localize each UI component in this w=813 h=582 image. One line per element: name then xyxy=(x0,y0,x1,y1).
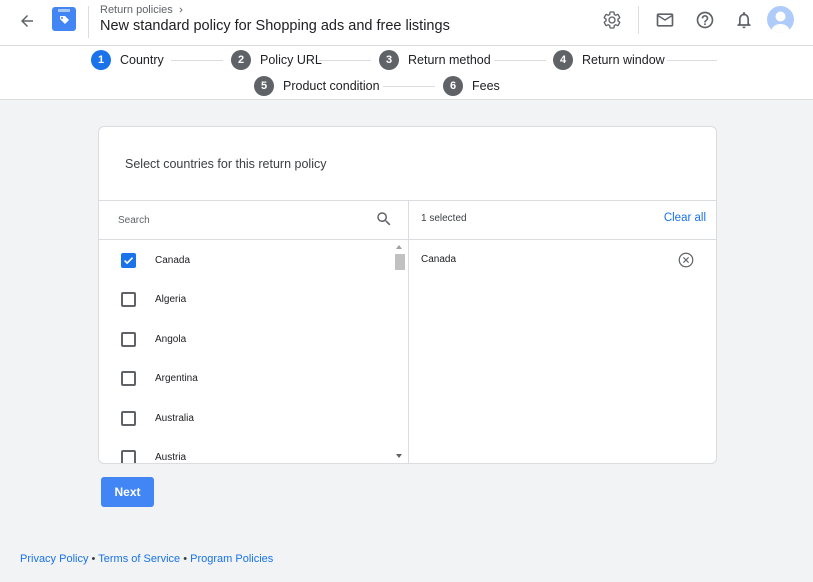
country-list: Canada Algeria Angola Argentina Australi… xyxy=(99,240,408,463)
header-divider xyxy=(88,6,89,38)
scroll-up-arrow-icon[interactable] xyxy=(396,245,402,249)
check-icon xyxy=(124,256,134,264)
step-number: 3 xyxy=(379,50,399,70)
step-label: Policy URL xyxy=(260,53,322,67)
notifications-button[interactable] xyxy=(732,8,756,32)
country-label: Canada xyxy=(155,254,191,266)
country-row-algeria[interactable]: Algeria xyxy=(99,280,391,320)
arrow-back-icon xyxy=(21,15,33,27)
account-avatar[interactable] xyxy=(767,6,794,33)
step-label: Country xyxy=(120,53,164,67)
program-policies-link[interactable]: Program Policies xyxy=(190,553,273,565)
step-label: Product condition xyxy=(283,79,380,93)
selected-item-canada: Canada xyxy=(409,240,716,280)
merchant-center-logo xyxy=(52,7,76,31)
app-header: Return policies New standard policy for … xyxy=(0,0,813,46)
country-row-australia[interactable]: Australia xyxy=(99,398,391,438)
footer-links: Privacy Policy • Terms of Service • Prog… xyxy=(20,553,273,565)
help-button[interactable] xyxy=(693,8,717,32)
gear-icon xyxy=(603,11,621,29)
step-country[interactable]: 1 Country xyxy=(91,50,164,70)
step-number: 2 xyxy=(231,50,251,70)
step-product-condition[interactable]: 5 Product condition xyxy=(254,76,380,96)
country-label: Austria xyxy=(155,452,187,463)
country-row-canada[interactable]: Canada xyxy=(99,240,391,280)
country-selection-card: Select countries for this return policy … xyxy=(98,126,717,464)
checkbox-checked[interactable] xyxy=(121,252,136,268)
step-number: 5 xyxy=(254,76,274,96)
step-number: 1 xyxy=(91,50,111,70)
bell-icon xyxy=(737,12,751,29)
country-label: Argentina xyxy=(155,373,198,384)
privacy-policy-link[interactable]: Privacy Policy xyxy=(20,553,88,565)
progress-stepper: 1 Country 2 Policy URL 3 Return method 4… xyxy=(0,46,813,100)
selected-country-label: Canada xyxy=(421,254,457,265)
step-return-method[interactable]: 3 Return method xyxy=(379,50,491,70)
country-row-austria[interactable]: Austria xyxy=(99,438,391,463)
page-title: New standard policy for Shopping ads and… xyxy=(100,18,450,34)
back-button[interactable] xyxy=(14,8,40,34)
step-fees[interactable]: 6 Fees xyxy=(443,76,500,96)
country-row-angola[interactable]: Angola xyxy=(99,319,391,359)
checkbox[interactable] xyxy=(121,450,136,463)
step-connector xyxy=(319,60,371,61)
next-button[interactable]: Next xyxy=(101,477,154,507)
step-number: 6 xyxy=(443,76,463,96)
step-return-window[interactable]: 4 Return window xyxy=(553,50,665,70)
step-label: Fees xyxy=(472,79,500,93)
scroll-down-arrow-icon[interactable] xyxy=(396,454,402,458)
checkbox[interactable] xyxy=(121,410,136,426)
step-label: Return method xyxy=(408,53,491,67)
remove-circle-icon[interactable] xyxy=(677,251,695,269)
messages-button[interactable] xyxy=(653,8,677,32)
selected-count: 1 selected xyxy=(421,213,467,224)
step-policy-url[interactable]: 2 Policy URL xyxy=(231,50,322,70)
step-connector xyxy=(494,60,546,61)
person-icon xyxy=(771,11,790,33)
mail-icon xyxy=(656,13,674,27)
country-label: Australia xyxy=(155,412,194,424)
step-label: Return window xyxy=(582,53,665,67)
checkbox[interactable] xyxy=(121,371,136,386)
step-connector xyxy=(171,60,223,61)
search-icon[interactable] xyxy=(375,210,393,228)
terms-of-service-link[interactable]: Terms of Service xyxy=(98,553,180,565)
tag-icon xyxy=(58,9,70,24)
breadcrumb-return-policies[interactable]: Return policies xyxy=(100,4,173,16)
chevron-right-icon xyxy=(179,7,183,13)
scrollbar-thumb[interactable] xyxy=(395,254,405,270)
list-scrollbar[interactable] xyxy=(393,240,407,463)
checkbox[interactable] xyxy=(121,292,136,307)
header-separator xyxy=(638,6,639,34)
country-label: Angola xyxy=(155,333,187,345)
card-title: Select countries for this return policy xyxy=(125,157,327,171)
breadcrumb[interactable]: Return policies xyxy=(100,4,186,16)
country-search-input[interactable] xyxy=(118,209,368,231)
step-connector xyxy=(383,86,435,87)
help-icon xyxy=(696,11,714,29)
country-row-argentina[interactable]: Argentina xyxy=(99,359,391,399)
country-label: Algeria xyxy=(155,294,187,305)
settings-button[interactable] xyxy=(600,8,624,32)
footer-separator: • xyxy=(91,553,96,565)
clear-all-link[interactable]: Clear all xyxy=(664,212,706,224)
step-connector xyxy=(667,60,717,61)
step-number: 4 xyxy=(553,50,573,70)
footer-separator: • xyxy=(183,553,188,565)
checkbox[interactable] xyxy=(121,331,136,347)
